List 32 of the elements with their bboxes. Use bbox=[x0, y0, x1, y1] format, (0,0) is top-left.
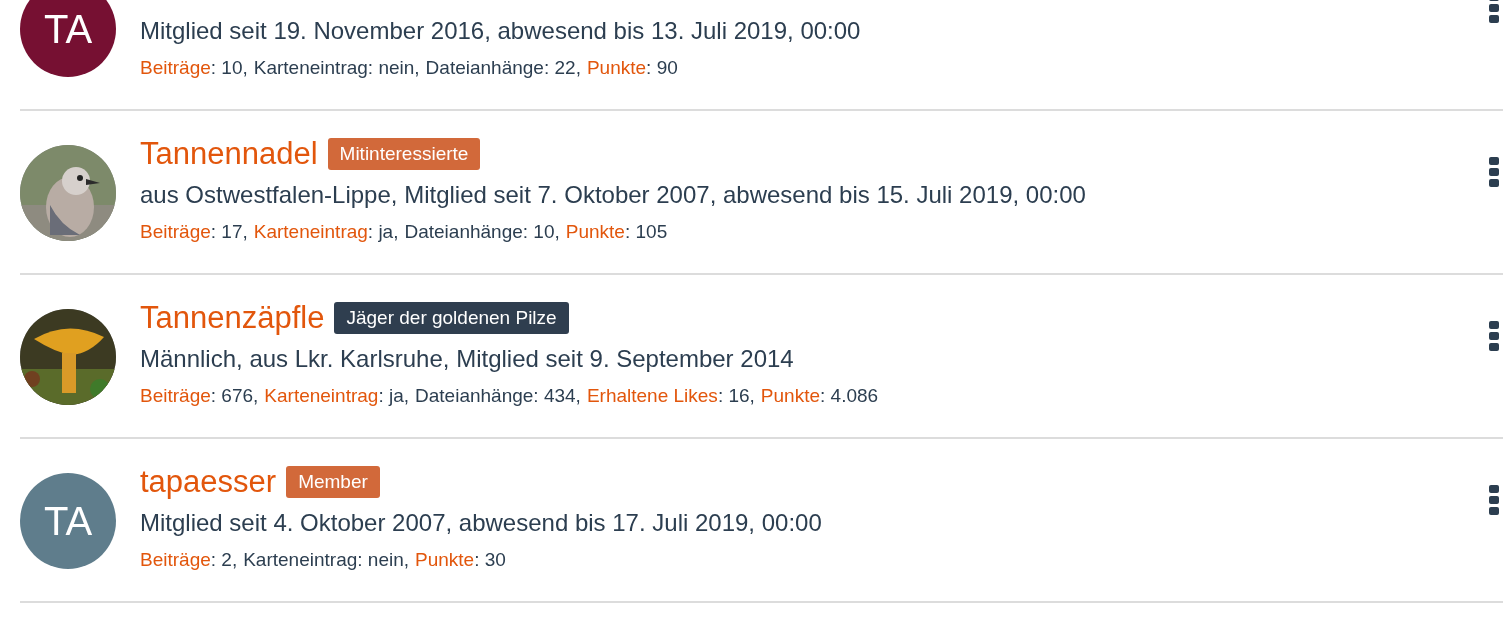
stat-item: Dateianhänge: 22, bbox=[425, 57, 581, 78]
stat-item: Beiträge: 676, bbox=[140, 385, 259, 406]
user-title-badge: Member bbox=[286, 466, 380, 498]
more-options-icon[interactable] bbox=[1489, 321, 1499, 351]
stat-item: Erhaltene Likes: 16, bbox=[586, 385, 755, 406]
stat-item: Beiträge: 2, bbox=[140, 549, 238, 570]
member-name-link[interactable]: Tannennadel bbox=[140, 136, 318, 172]
member-details: Männlich, aus Lkr. Karlsruhe, Mitglied seit 9. September 2014 bbox=[140, 345, 795, 373]
stat-item: Beiträge: 10, bbox=[140, 57, 248, 78]
avatar[interactable]: TA bbox=[20, 473, 116, 569]
stat-item: Karteneintrag: ja, bbox=[253, 221, 399, 242]
member-details: Mitglied seit 4. Oktober 2007, abwesend bis 17. Juli 2019, 00:00 bbox=[140, 509, 823, 537]
stat-item: Dateianhänge: 434, bbox=[415, 385, 581, 406]
member-name-link[interactable]: tapaesser bbox=[140, 464, 277, 500]
more-options-icon[interactable] bbox=[1489, 157, 1499, 187]
stat-item: Punkte: 30 bbox=[415, 549, 506, 570]
stat-item: Punkte: 90 bbox=[586, 57, 678, 78]
stat-item: Karteneintrag: nein, bbox=[253, 57, 420, 78]
stat-item: Punkte: 105 bbox=[565, 221, 668, 242]
member-details: Mitglied seit 19. November 2016, abwesend bis 13. Juli 2019, 00:00 bbox=[140, 17, 862, 45]
more-options-icon[interactable] bbox=[1489, 0, 1499, 23]
avatar[interactable]: TA bbox=[20, 0, 116, 77]
more-options-icon[interactable] bbox=[1489, 485, 1499, 515]
user-title-badge: Jäger der goldenen Pilze bbox=[334, 302, 569, 334]
stat-item: Beiträge: 17, bbox=[140, 221, 248, 242]
member-details: aus Ostwestfalen-Lippe, Mitglied seit 7. Oktober 2007, abwesend bis 15. Juli 2019, 00:00 bbox=[140, 181, 1087, 209]
stat-item: Karteneintrag: nein, bbox=[243, 549, 410, 570]
member-name-link[interactable]: Tannenzäpfle bbox=[140, 300, 325, 336]
stat-item: Dateianhänge: 10, bbox=[404, 221, 560, 242]
stat-item: Punkte: 4.086 bbox=[760, 385, 879, 406]
stat-item: Karteneintrag: ja, bbox=[264, 385, 410, 406]
user-title-badge: Mitinteressierte bbox=[327, 138, 481, 170]
